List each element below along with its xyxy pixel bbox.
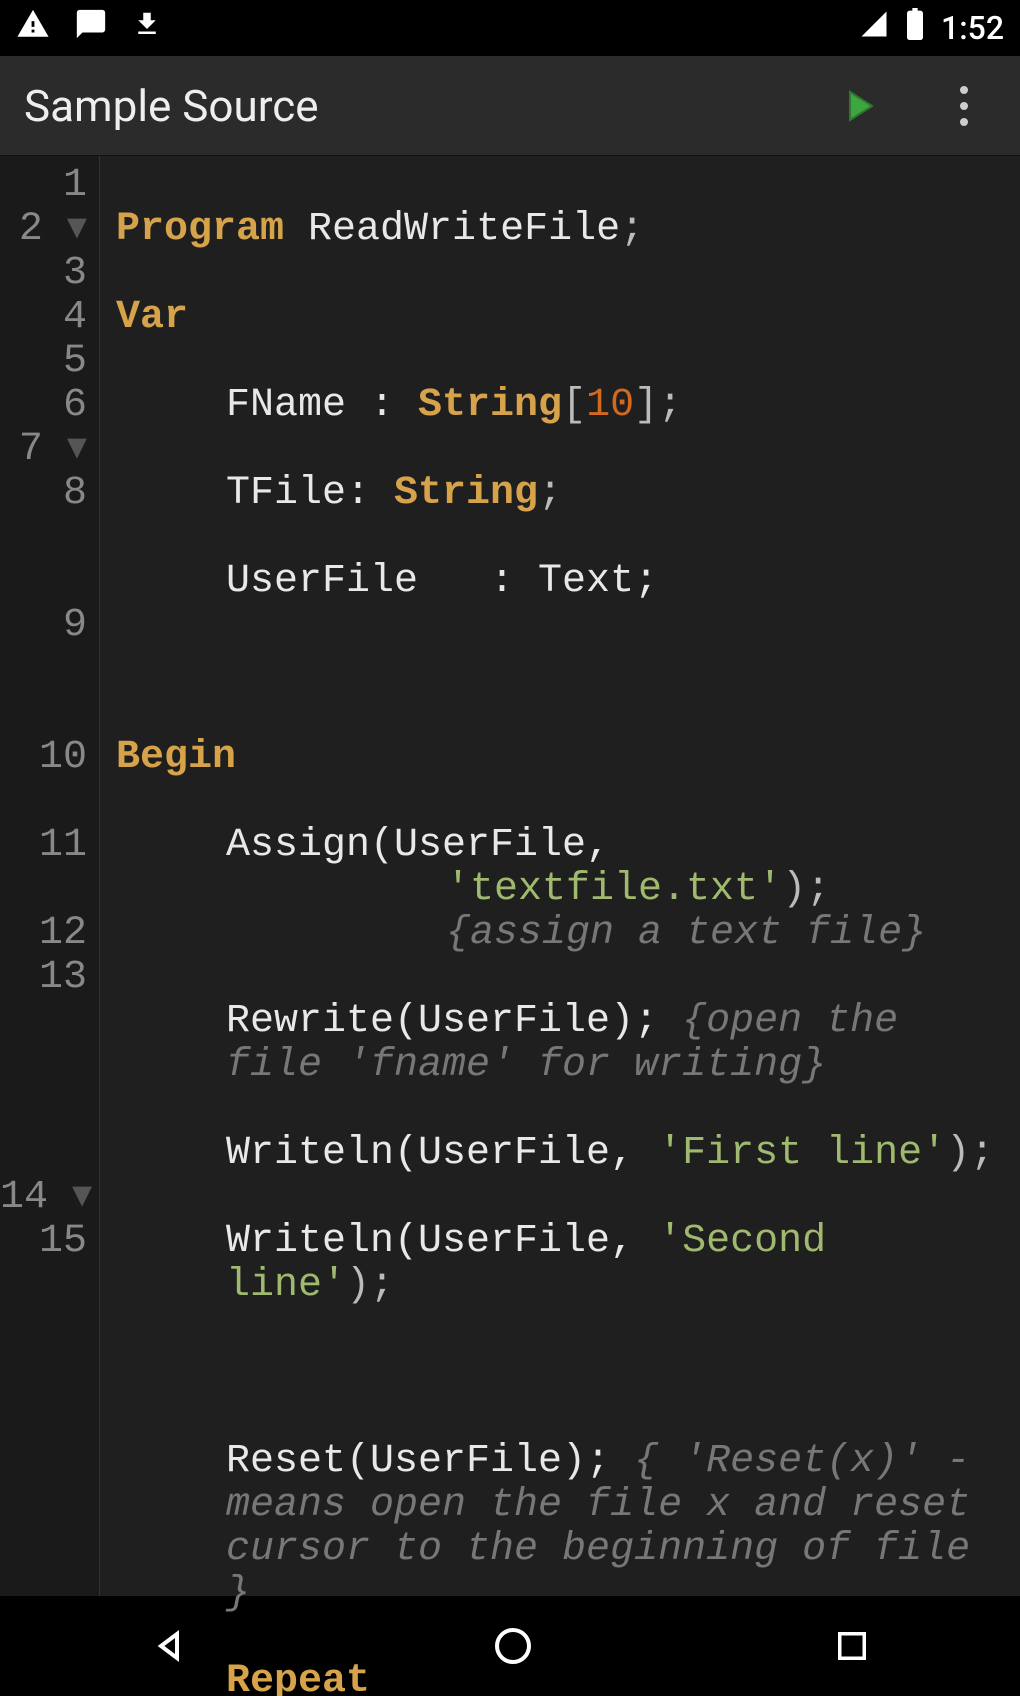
chat-icon	[74, 7, 108, 49]
line-number-gutter: 1 2 ▾ 3 4 5 6 7 ▾ 8 9 10 11 12 13 14 ▾ 1…	[0, 156, 100, 1596]
line-number: 4	[0, 296, 87, 340]
line-number: 6	[0, 384, 87, 428]
line-number: 7 ▾	[0, 428, 87, 472]
line-number: 14 ▾	[0, 1176, 87, 1220]
line-number: 12	[0, 912, 87, 956]
run-button[interactable]	[834, 82, 882, 130]
toolbar-actions	[834, 78, 976, 134]
code-content[interactable]: Program ReadWriteFile; Var FName : Strin…	[100, 156, 1020, 1596]
line-number: 10	[0, 736, 87, 824]
line-number: 3	[0, 252, 87, 296]
line-number: 1	[0, 164, 87, 208]
signal-icon	[859, 9, 889, 47]
app-toolbar: Sample Source	[0, 56, 1020, 156]
line-number: 8	[0, 472, 87, 604]
battery-icon	[905, 8, 925, 48]
android-status-bar: 1:52	[0, 0, 1020, 56]
warning-icon	[16, 7, 50, 49]
line-number: 13	[0, 956, 87, 1176]
status-time: 1:52	[941, 9, 1004, 47]
app-title: Sample Source	[24, 80, 834, 132]
line-number: 11	[0, 824, 87, 912]
line-number: 2 ▾	[0, 208, 87, 252]
overflow-menu-button[interactable]	[952, 78, 976, 134]
line-number: 5	[0, 340, 87, 384]
code-editor[interactable]: 1 2 ▾ 3 4 5 6 7 ▾ 8 9 10 11 12 13 14 ▾ 1…	[0, 156, 1020, 1596]
line-number: 15	[0, 1220, 87, 1264]
download-icon	[132, 7, 162, 49]
status-right-icons: 1:52	[859, 8, 1004, 48]
status-left-icons	[16, 7, 162, 49]
line-number: 9	[0, 604, 87, 736]
